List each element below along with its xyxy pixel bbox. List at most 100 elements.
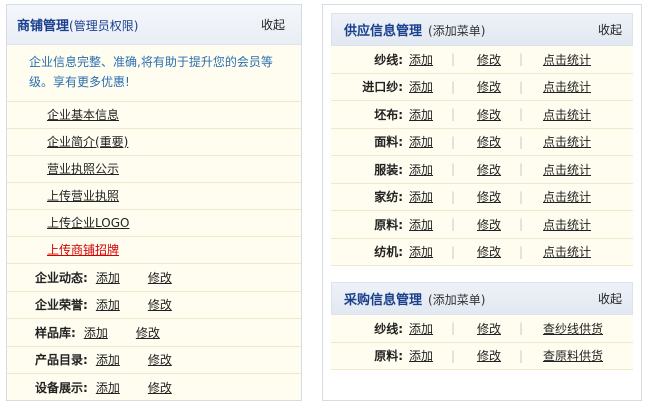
stats-link[interactable]: 点击统计 bbox=[543, 78, 591, 95]
add-link[interactable]: 添加 bbox=[96, 351, 120, 368]
edit-link[interactable]: 修改 bbox=[477, 161, 513, 178]
info-management-panel: 供应信息管理 (添加菜单) 收起 纱线: 添加 | 修改 | 点击统计 进口纱: … bbox=[322, 4, 642, 401]
edit-link[interactable]: 修改 bbox=[477, 216, 513, 233]
add-link[interactable]: 添加 bbox=[409, 51, 445, 68]
shop-title-sub: (管理员权限) bbox=[69, 19, 139, 33]
row-label: 纱线: bbox=[374, 52, 403, 67]
edit-link[interactable]: 修改 bbox=[136, 324, 160, 341]
list-item: 上传商铺招牌 bbox=[7, 236, 301, 263]
row-label: 企业荣誉: bbox=[35, 298, 88, 313]
edit-link[interactable]: 修改 bbox=[477, 51, 513, 68]
edit-link[interactable]: 修改 bbox=[148, 351, 172, 368]
edit-link[interactable]: 修改 bbox=[477, 243, 513, 260]
row-label: 坯布: bbox=[374, 107, 403, 122]
separator: | bbox=[450, 189, 456, 204]
separator: | bbox=[518, 321, 524, 336]
separator: | bbox=[518, 107, 524, 122]
add-link[interactable]: 添加 bbox=[96, 269, 120, 286]
separator: | bbox=[450, 107, 456, 122]
edit-link[interactable]: 修改 bbox=[477, 188, 513, 205]
add-link[interactable]: 添加 bbox=[409, 161, 445, 178]
purchase-add-menu[interactable]: (添加菜单) bbox=[428, 293, 485, 307]
managed-content-list: 企业动态: 添加 修改 企业荣誉: 添加 修改 样品库: 添加 修改 产品目录:… bbox=[7, 263, 301, 401]
separator: | bbox=[518, 348, 524, 363]
supply-title: 供应信息管理 (添加菜单) bbox=[344, 20, 485, 39]
add-link[interactable]: 添加 bbox=[96, 379, 120, 396]
add-link[interactable]: 添加 bbox=[409, 106, 445, 123]
stats-link[interactable]: 点击统计 bbox=[543, 216, 591, 233]
membership-notice: 企业信息完整、准确,将有助于提升您的会员等级。享有更多优惠! bbox=[29, 55, 273, 89]
edit-link[interactable]: 修改 bbox=[148, 269, 172, 286]
stats-link[interactable]: 点击统计 bbox=[543, 51, 591, 68]
stats-link[interactable]: 点击统计 bbox=[543, 133, 591, 150]
purchase-list: 纱线: 添加 | 修改 | 查纱线供货 原料: 添加 | 修改 | 查原料供货 bbox=[331, 315, 633, 370]
stats-link[interactable]: 点击统计 bbox=[543, 106, 591, 123]
separator: | bbox=[518, 52, 524, 67]
edit-link[interactable]: 修改 bbox=[477, 133, 513, 150]
purchase-title: 采购信息管理 (添加菜单) bbox=[344, 289, 485, 308]
row-label: 原料: bbox=[374, 349, 403, 364]
shop-title-text: 商铺管理 bbox=[17, 19, 70, 34]
link-business-license-public[interactable]: 营业执照公示 bbox=[47, 162, 119, 176]
add-link[interactable]: 添加 bbox=[84, 324, 108, 341]
add-link[interactable]: 添加 bbox=[409, 133, 445, 150]
row-label: 进口纱: bbox=[362, 80, 403, 95]
link-upload-logo[interactable]: 上传企业LOGO bbox=[47, 216, 129, 230]
row-label: 服装: bbox=[374, 162, 403, 177]
list-item: 营业执照公示 bbox=[7, 155, 301, 182]
purchase-title-text: 采购信息管理 bbox=[344, 293, 423, 308]
add-link[interactable]: 添加 bbox=[409, 243, 445, 260]
supply-add-menu[interactable]: (添加菜单) bbox=[428, 24, 485, 38]
link-company-intro[interactable]: 企业简介(重要) bbox=[47, 135, 128, 149]
add-link[interactable]: 添加 bbox=[409, 347, 445, 364]
link-upload-license[interactable]: 上传营业执照 bbox=[47, 189, 119, 203]
row-label: 样品库: bbox=[35, 325, 76, 340]
table-row: 原料: 添加 | 修改 | 查原料供货 bbox=[331, 343, 633, 370]
shop-management-panel: 商铺管理(管理员权限) 收起 企业信息完整、准确,将有助于提升您的会员等级。享有… bbox=[6, 4, 302, 401]
separator: | bbox=[518, 217, 524, 232]
separator: | bbox=[518, 244, 524, 259]
collapse-link-purchase[interactable]: 收起 bbox=[598, 290, 622, 307]
shop-management-header: 商铺管理(管理员权限) 收起 bbox=[7, 5, 301, 45]
add-link[interactable]: 添加 bbox=[409, 216, 445, 233]
edit-link[interactable]: 修改 bbox=[477, 347, 513, 364]
row-label: 产品目录: bbox=[35, 353, 88, 368]
stats-link[interactable]: 点击统计 bbox=[543, 188, 591, 205]
list-item: 上传营业执照 bbox=[7, 182, 301, 209]
stats-link[interactable]: 点击统计 bbox=[543, 161, 591, 178]
separator: | bbox=[450, 134, 456, 149]
link-company-basic-info[interactable]: 企业基本信息 bbox=[47, 108, 119, 122]
edit-link[interactable]: 修改 bbox=[477, 78, 513, 95]
supply-search-link[interactable]: 查原料供货 bbox=[543, 347, 603, 364]
separator: | bbox=[518, 79, 524, 94]
add-link[interactable]: 添加 bbox=[409, 188, 445, 205]
add-link[interactable]: 添加 bbox=[409, 78, 445, 95]
shop-links-list: 企业基本信息 企业简介(重要) 营业执照公示 上传营业执照 上传企业LOGO 上… bbox=[7, 101, 301, 263]
link-upload-shop-sign[interactable]: 上传商铺招牌 bbox=[47, 243, 119, 257]
separator: | bbox=[450, 52, 456, 67]
stats-link[interactable]: 点击统计 bbox=[543, 243, 591, 260]
separator: | bbox=[518, 189, 524, 204]
separator: | bbox=[518, 162, 524, 177]
edit-link[interactable]: 修改 bbox=[477, 106, 513, 123]
row-label: 原料: bbox=[374, 217, 403, 232]
table-row: 设备展示: 添加 修改 bbox=[7, 373, 301, 401]
collapse-link-shop[interactable]: 收起 bbox=[261, 16, 285, 33]
supply-header: 供应信息管理 (添加菜单) 收起 bbox=[331, 13, 633, 46]
supply-list: 纱线: 添加 | 修改 | 点击统计 进口纱: 添加 | 修改 | 点击统计 坯… bbox=[331, 46, 633, 266]
separator: | bbox=[450, 348, 456, 363]
add-link[interactable]: 添加 bbox=[409, 320, 445, 337]
separator: | bbox=[450, 244, 456, 259]
edit-link[interactable]: 修改 bbox=[477, 320, 513, 337]
edit-link[interactable]: 修改 bbox=[148, 296, 172, 313]
collapse-link-supply[interactable]: 收起 bbox=[598, 21, 622, 38]
edit-link[interactable]: 修改 bbox=[148, 379, 172, 396]
list-item: 企业简介(重要) bbox=[7, 128, 301, 155]
supply-search-link[interactable]: 查纱线供货 bbox=[543, 320, 603, 337]
table-row: 企业动态: 添加 修改 bbox=[7, 263, 301, 291]
row-label: 纺机: bbox=[374, 245, 403, 260]
row-label: 企业动态: bbox=[35, 270, 88, 285]
supply-title-text: 供应信息管理 bbox=[344, 24, 423, 39]
add-link[interactable]: 添加 bbox=[96, 296, 120, 313]
